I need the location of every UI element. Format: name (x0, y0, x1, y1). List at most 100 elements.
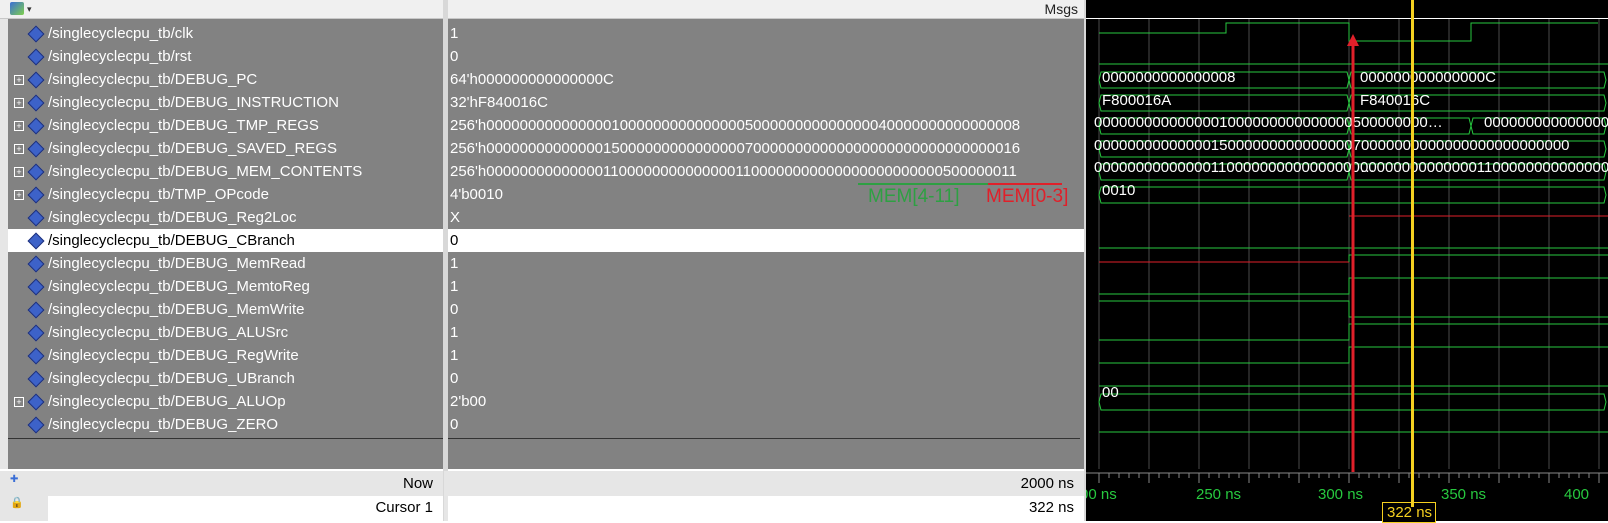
pc-value-after: 000000000000000C (1360, 69, 1496, 86)
signal-row-name[interactable]: + /singlecyclecpu_tb/TMP_OPcode (8, 183, 443, 206)
signal-row-name[interactable]: /singlecyclecpu_tb/DEBUG_MemtoReg (8, 275, 443, 298)
signal-diamond-icon (27, 163, 45, 181)
signal-row-value[interactable]: 1 (448, 275, 1084, 298)
signal-row-name[interactable]: /singlecyclecpu_tb/DEBUG_CBranch (8, 229, 443, 252)
cursor-value: 322 ns (1028, 499, 1074, 516)
signal-value-label: 256'h00000000000000150000000000000007000… (450, 140, 1021, 157)
signal-row-name[interactable]: + /singlecyclecpu_tb/DEBUG_INSTRUCTION (8, 91, 443, 114)
signal-row-name[interactable]: /singlecyclecpu_tb/DEBUG_ALUSrc (8, 321, 443, 344)
signal-name-label: /singlecyclecpu_tb/DEBUG_TMP_REGS (48, 117, 319, 134)
pc-value-before: 0000000000000008 (1102, 69, 1236, 86)
signal-diamond-icon (27, 94, 45, 112)
signal-name-label: /singlecyclecpu_tb/DEBUG_ALUSrc (48, 324, 289, 341)
expand-icon[interactable]: + (14, 190, 24, 200)
names-header: ▾ (0, 0, 443, 19)
signal-row-name[interactable]: /singlecyclecpu_tb/clk (8, 22, 443, 45)
signal-diamond-icon (27, 255, 45, 273)
expand-icon[interactable]: + (14, 167, 24, 177)
signal-diamond-icon (27, 347, 45, 365)
signal-row-name[interactable]: + /singlecyclecpu_tb/DEBUG_SAVED_REGS (8, 137, 443, 160)
mem-0-3-underline (988, 183, 1062, 185)
cursor-label: Cursor 1 (375, 499, 433, 516)
signal-row-value[interactable]: 1 (448, 22, 1084, 45)
signal-value-label: 2'b00 (450, 393, 487, 410)
ruler-tick-label: 250 ns (1196, 486, 1241, 503)
signal-row-name[interactable]: + /singlecyclecpu_tb/DEBUG_TMP_REGS (8, 114, 443, 137)
expand-icon[interactable]: + (14, 75, 24, 85)
add-wave-icon[interactable]: ✚ (10, 474, 18, 485)
cursor-time-tag-label: 322 ns (1387, 504, 1433, 521)
signal-value-label: 256'h00000000000000110000000000000011000… (450, 163, 1017, 180)
signal-name-label: /singlecyclecpu_tb/DEBUG_CBranch (48, 232, 295, 249)
ruler-tick-label: 400 (1564, 486, 1589, 503)
expand-icon[interactable]: + (14, 397, 24, 407)
saved-value: 0000000000000015000000000000000700000000… (1094, 137, 1570, 154)
aluop-value: 00 (1102, 384, 1119, 401)
signal-diamond-icon (27, 25, 45, 43)
signal-name-label: /singlecyclecpu_tb/DEBUG_RegWrite (48, 347, 299, 364)
wave-toolbar-icon[interactable] (10, 2, 24, 15)
signal-diamond-icon (27, 301, 45, 319)
dropdown-arrow-icon[interactable]: ▾ (27, 4, 32, 15)
list-end-line (8, 438, 443, 439)
expand-icon[interactable]: + (14, 144, 24, 154)
signal-row-value[interactable]: 2'b00 (448, 390, 1084, 413)
signal-row-name[interactable]: + /singlecyclecpu_tb/DEBUG_ALUOp (8, 390, 443, 413)
expand-icon[interactable]: + (14, 121, 24, 131)
signal-row-value[interactable]: 0 (448, 298, 1084, 321)
signal-row-value[interactable]: 0 (448, 367, 1084, 390)
signal-row-value[interactable]: 32'hF840016C (448, 91, 1084, 114)
signal-row-value[interactable]: 0 (448, 45, 1084, 68)
signal-value-label: 0 (450, 416, 459, 433)
signal-row-name[interactable]: /singlecyclecpu_tb/DEBUG_ZERO (8, 413, 443, 436)
signal-name-label: /singlecyclecpu_tb/DEBUG_MemtoReg (48, 278, 310, 295)
signal-name-label: /singlecyclecpu_tb/DEBUG_Reg2Loc (48, 209, 297, 226)
signal-row-name[interactable]: + /singlecyclecpu_tb/DEBUG_PC (8, 68, 443, 91)
signal-value-label: X (450, 209, 461, 226)
signal-row-name[interactable]: /singlecyclecpu_tb/rst (8, 45, 443, 68)
signal-row-value[interactable]: 256'h00000000000000150000000000000007000… (448, 137, 1084, 160)
time-ruler[interactable]: 00 ns 250 ns 300 ns 350 ns 400 322 ns (1086, 469, 1608, 523)
signal-row-value[interactable]: 1 (448, 344, 1084, 367)
left-margin (0, 19, 8, 469)
signal-row-name[interactable]: /singlecyclecpu_tb/DEBUG_MemWrite (8, 298, 443, 321)
signal-row-name[interactable]: + /singlecyclecpu_tb/DEBUG_MEM_CONTENTS (8, 160, 443, 183)
mem-value-after: 00000000000000110000000000000000 (1360, 159, 1608, 176)
signal-value-label: 32'hF840016C (450, 94, 548, 111)
signal-name-label: /singlecyclecpu_tb/DEBUG_MEM_CONTENTS (48, 163, 363, 180)
mem-4-11-underline (858, 183, 988, 185)
bottom-names: ✚ 🔒 Now Cursor 1 (0, 471, 443, 521)
signal-value-label: 0 (450, 301, 459, 318)
signal-name-label: /singlecyclecpu_tb/DEBUG_UBranch (48, 370, 295, 387)
ruler-tick-label: 00 ns (1086, 486, 1117, 503)
signal-name-label: /singlecyclecpu_tb/DEBUG_SAVED_REGS (48, 140, 338, 157)
signal-diamond-icon (27, 140, 45, 158)
signal-row-name[interactable]: /singlecyclecpu_tb/DEBUG_RegWrite (8, 344, 443, 367)
signal-row-value[interactable]: 0 (448, 229, 1084, 252)
tmp-value-after: 000000000000000 (1484, 114, 1608, 131)
cursor-line[interactable] (1411, 0, 1414, 507)
signal-row-value[interactable]: 256'h00000000000000110000000000000011000… (448, 160, 1084, 183)
signal-name-label: /singlecyclecpu_tb/DEBUG_MemRead (48, 255, 306, 272)
signal-diamond-icon (27, 324, 45, 342)
bottom-values: 2000 ns 322 ns (444, 471, 1084, 521)
tmp-value-before: 0000000000000001000000000000000500000000… (1094, 114, 1443, 131)
signal-row-value[interactable]: 1 (448, 252, 1084, 275)
signal-name-label: /singlecyclecpu_tb/DEBUG_PC (48, 71, 258, 88)
signal-row-value[interactable]: 0 (448, 413, 1084, 436)
signal-row-value[interactable]: 256'h00000000000000010000000000000005000… (448, 114, 1084, 137)
signal-name-label: /singlecyclecpu_tb/rst (48, 48, 192, 65)
signal-name-label: /singlecyclecpu_tb/TMP_OPcode (48, 186, 269, 203)
signal-row-value[interactable]: 1 (448, 321, 1084, 344)
signal-row-value[interactable]: 64'h000000000000000C (448, 68, 1084, 91)
signal-row-name[interactable]: /singlecyclecpu_tb/DEBUG_MemRead (8, 252, 443, 275)
lock-icon[interactable]: 🔒 (10, 496, 24, 509)
signal-diamond-icon (27, 232, 45, 250)
signal-row-name[interactable]: /singlecyclecpu_tb/DEBUG_Reg2Loc (8, 206, 443, 229)
expand-icon[interactable]: + (14, 98, 24, 108)
msgs-header-label: Msgs (1044, 1, 1078, 17)
signal-name-label: /singlecyclecpu_tb/DEBUG_ZERO (48, 416, 279, 433)
signal-row-name[interactable]: /singlecyclecpu_tb/DEBUG_UBranch (8, 367, 443, 390)
signal-row-value[interactable]: X (448, 206, 1084, 229)
signal-value-label: 1 (450, 347, 459, 364)
